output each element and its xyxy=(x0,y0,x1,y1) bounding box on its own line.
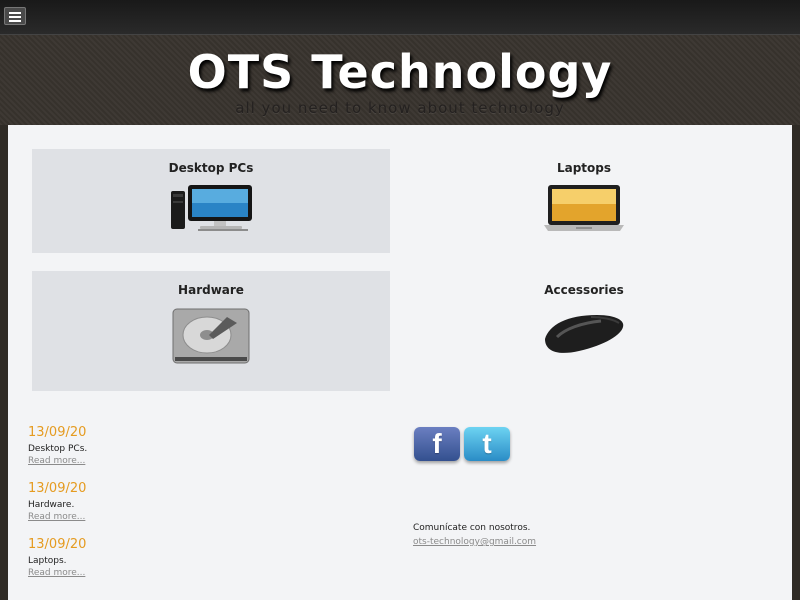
site-subtitle: all you need to know about technology xyxy=(235,99,565,117)
contact-block: Comunícate con nosotros. ots-technology@… xyxy=(413,521,673,549)
news-text: Hardware. xyxy=(28,500,75,510)
category-card-hardware[interactable]: Hardware xyxy=(32,271,390,391)
news-text: Laptops. xyxy=(28,556,67,566)
mouse-icon xyxy=(539,307,629,363)
category-card-accessories[interactable]: Accessories xyxy=(405,271,763,391)
twitter-glyph: t xyxy=(482,428,492,459)
news-date: 13/09/20 xyxy=(28,481,87,496)
site-header: OTS Technology all you need to know abou… xyxy=(0,35,800,125)
main-content: Desktop PCs Laptops Hardware Accessories… xyxy=(8,125,792,600)
read-more-link[interactable]: Read more... xyxy=(28,567,308,579)
hard-drive-icon xyxy=(169,305,253,371)
category-card-laptops[interactable]: Laptops xyxy=(405,149,763,253)
category-title: Accessories xyxy=(544,283,624,297)
news-item: 13/09/20 Laptops. Read more... xyxy=(28,537,308,579)
news-text: Desktop PCs. xyxy=(28,444,88,454)
facebook-icon[interactable]: f xyxy=(414,427,460,461)
category-title: Laptops xyxy=(556,161,612,175)
social-links: f t xyxy=(414,427,534,463)
menu-icon[interactable] xyxy=(4,7,26,25)
facebook-glyph: f xyxy=(432,428,442,459)
desktop-pc-icon xyxy=(168,183,254,237)
top-bar xyxy=(0,0,800,35)
news-item: 13/09/20 Hardware. Read more... xyxy=(28,481,308,523)
contact-text: Comunícate con nosotros. xyxy=(413,523,531,533)
news-date: 13/09/20 xyxy=(28,425,87,440)
read-more-link[interactable]: Read more... xyxy=(28,455,308,467)
read-more-link[interactable]: Read more... xyxy=(28,511,308,523)
contact-email-link[interactable]: ots-technology@gmail.com xyxy=(413,535,673,549)
laptop-icon xyxy=(542,183,626,237)
category-card-desktop-pcs[interactable]: Desktop PCs xyxy=(32,149,390,253)
category-title: Desktop PCs xyxy=(168,161,254,175)
site-title: OTS Technology xyxy=(187,45,613,99)
twitter-icon[interactable]: t xyxy=(464,427,510,461)
news-item: 13/09/20 Desktop PCs. Read more... xyxy=(28,425,308,467)
news-date: 13/09/20 xyxy=(28,537,87,552)
category-title: Hardware xyxy=(178,283,244,297)
